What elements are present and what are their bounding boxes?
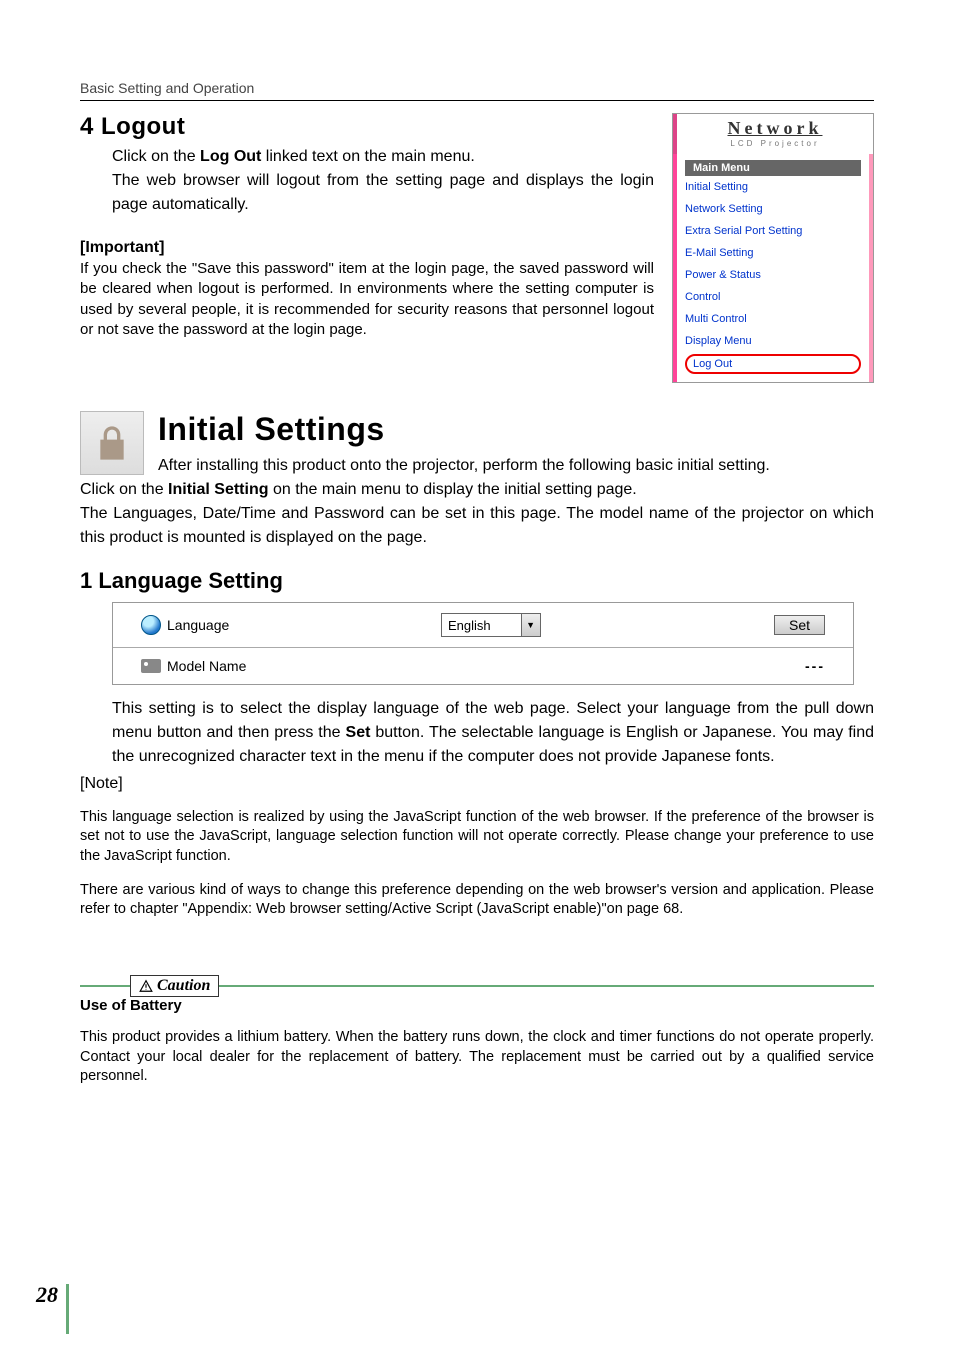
- rule: [80, 100, 874, 101]
- menu-item: Control: [685, 286, 861, 308]
- language-description: This setting is to select the display la…: [112, 697, 874, 769]
- network-menu-screenshot: Network LCD Projector Main Menu Initial …: [672, 113, 874, 383]
- model-name-label: Model Name: [167, 658, 246, 674]
- row-model-name: Model Name ---: [113, 648, 853, 684]
- initial-p3: The Languages, Date/Time and Password ca…: [80, 502, 874, 550]
- caution-body: This product provides a lithium battery.…: [80, 1028, 874, 1087]
- lock-icon: [80, 411, 144, 475]
- menu-main-label: Main Menu: [685, 160, 861, 176]
- menu-item: Extra Serial Port Setting: [685, 220, 861, 242]
- section-label: Basic Setting and Operation: [80, 80, 874, 96]
- menu-item: Initial Setting: [685, 176, 861, 198]
- menu-item: Power & Status: [685, 264, 861, 286]
- note-p2: There are various kind of ways to change…: [80, 881, 874, 920]
- heading-initial-settings: Initial Settings: [158, 411, 874, 448]
- menu-item: Network Setting: [685, 198, 861, 220]
- page-accent-bar: [66, 1284, 69, 1334]
- menu-item: Display Menu: [685, 330, 861, 352]
- chevron-down-icon: ▼: [521, 614, 540, 636]
- settings-panel: Language English ▼ Set Model Name ---: [112, 602, 854, 685]
- warning-icon: [139, 979, 153, 993]
- initial-intro: After installing this product onto the p…: [158, 454, 874, 478]
- heading-logout: 4 Logout: [80, 113, 654, 141]
- page-number: 28: [36, 1282, 58, 1308]
- caution-title: Use of Battery: [80, 997, 874, 1014]
- important-body: If you check the "Save this password" it…: [80, 259, 654, 340]
- note-p1: This language selection is realized by u…: [80, 808, 874, 867]
- note-heading: [Note]: [80, 775, 874, 793]
- set-button[interactable]: Set: [774, 615, 825, 635]
- globe-icon: [141, 615, 161, 635]
- model-name-value: ---: [805, 658, 825, 674]
- menu-item-logout-highlighted: Log Out: [685, 354, 861, 374]
- logout-p1: Click on the Log Out linked text on the …: [112, 145, 654, 169]
- row-language: Language English ▼ Set: [113, 603, 853, 648]
- menu-brand: Network: [677, 118, 873, 139]
- menu-brand-sub: LCD Projector: [677, 139, 873, 148]
- tag-icon: [141, 659, 161, 673]
- heading-language-setting: 1 Language Setting: [80, 568, 874, 594]
- initial-p2: Click on the Initial Setting on the main…: [80, 478, 874, 502]
- caution-tag: Caution: [130, 975, 219, 997]
- menu-item: E-Mail Setting: [685, 242, 861, 264]
- logout-p2: The web browser will logout from the set…: [112, 169, 654, 217]
- language-label: Language: [167, 617, 229, 633]
- menu-item: Multi Control: [685, 308, 861, 330]
- language-select[interactable]: English ▼: [441, 613, 541, 637]
- important-heading: [Important]: [80, 239, 654, 257]
